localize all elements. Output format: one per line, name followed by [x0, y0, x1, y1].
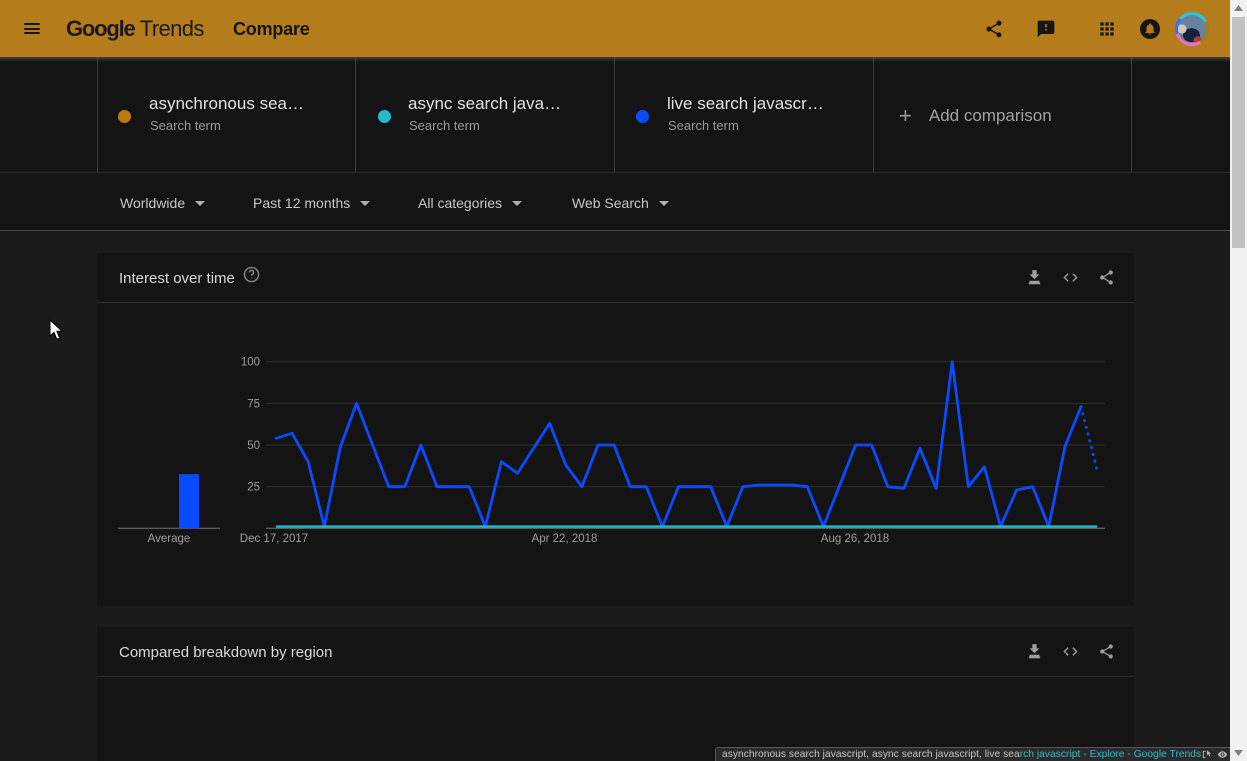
svg-text:75: 75 — [247, 398, 260, 410]
svg-text:50: 50 — [247, 440, 260, 452]
svg-text:100: 100 — [241, 357, 260, 369]
svg-text:Apr 22, 2018: Apr 22, 2018 — [532, 533, 598, 545]
svg-text:25: 25 — [247, 482, 260, 494]
svg-text:Dec 17, 2017: Dec 17, 2017 — [240, 533, 308, 545]
svg-text:Average: Average — [148, 533, 191, 545]
svg-text:Aug 26, 2018: Aug 26, 2018 — [821, 533, 889, 545]
